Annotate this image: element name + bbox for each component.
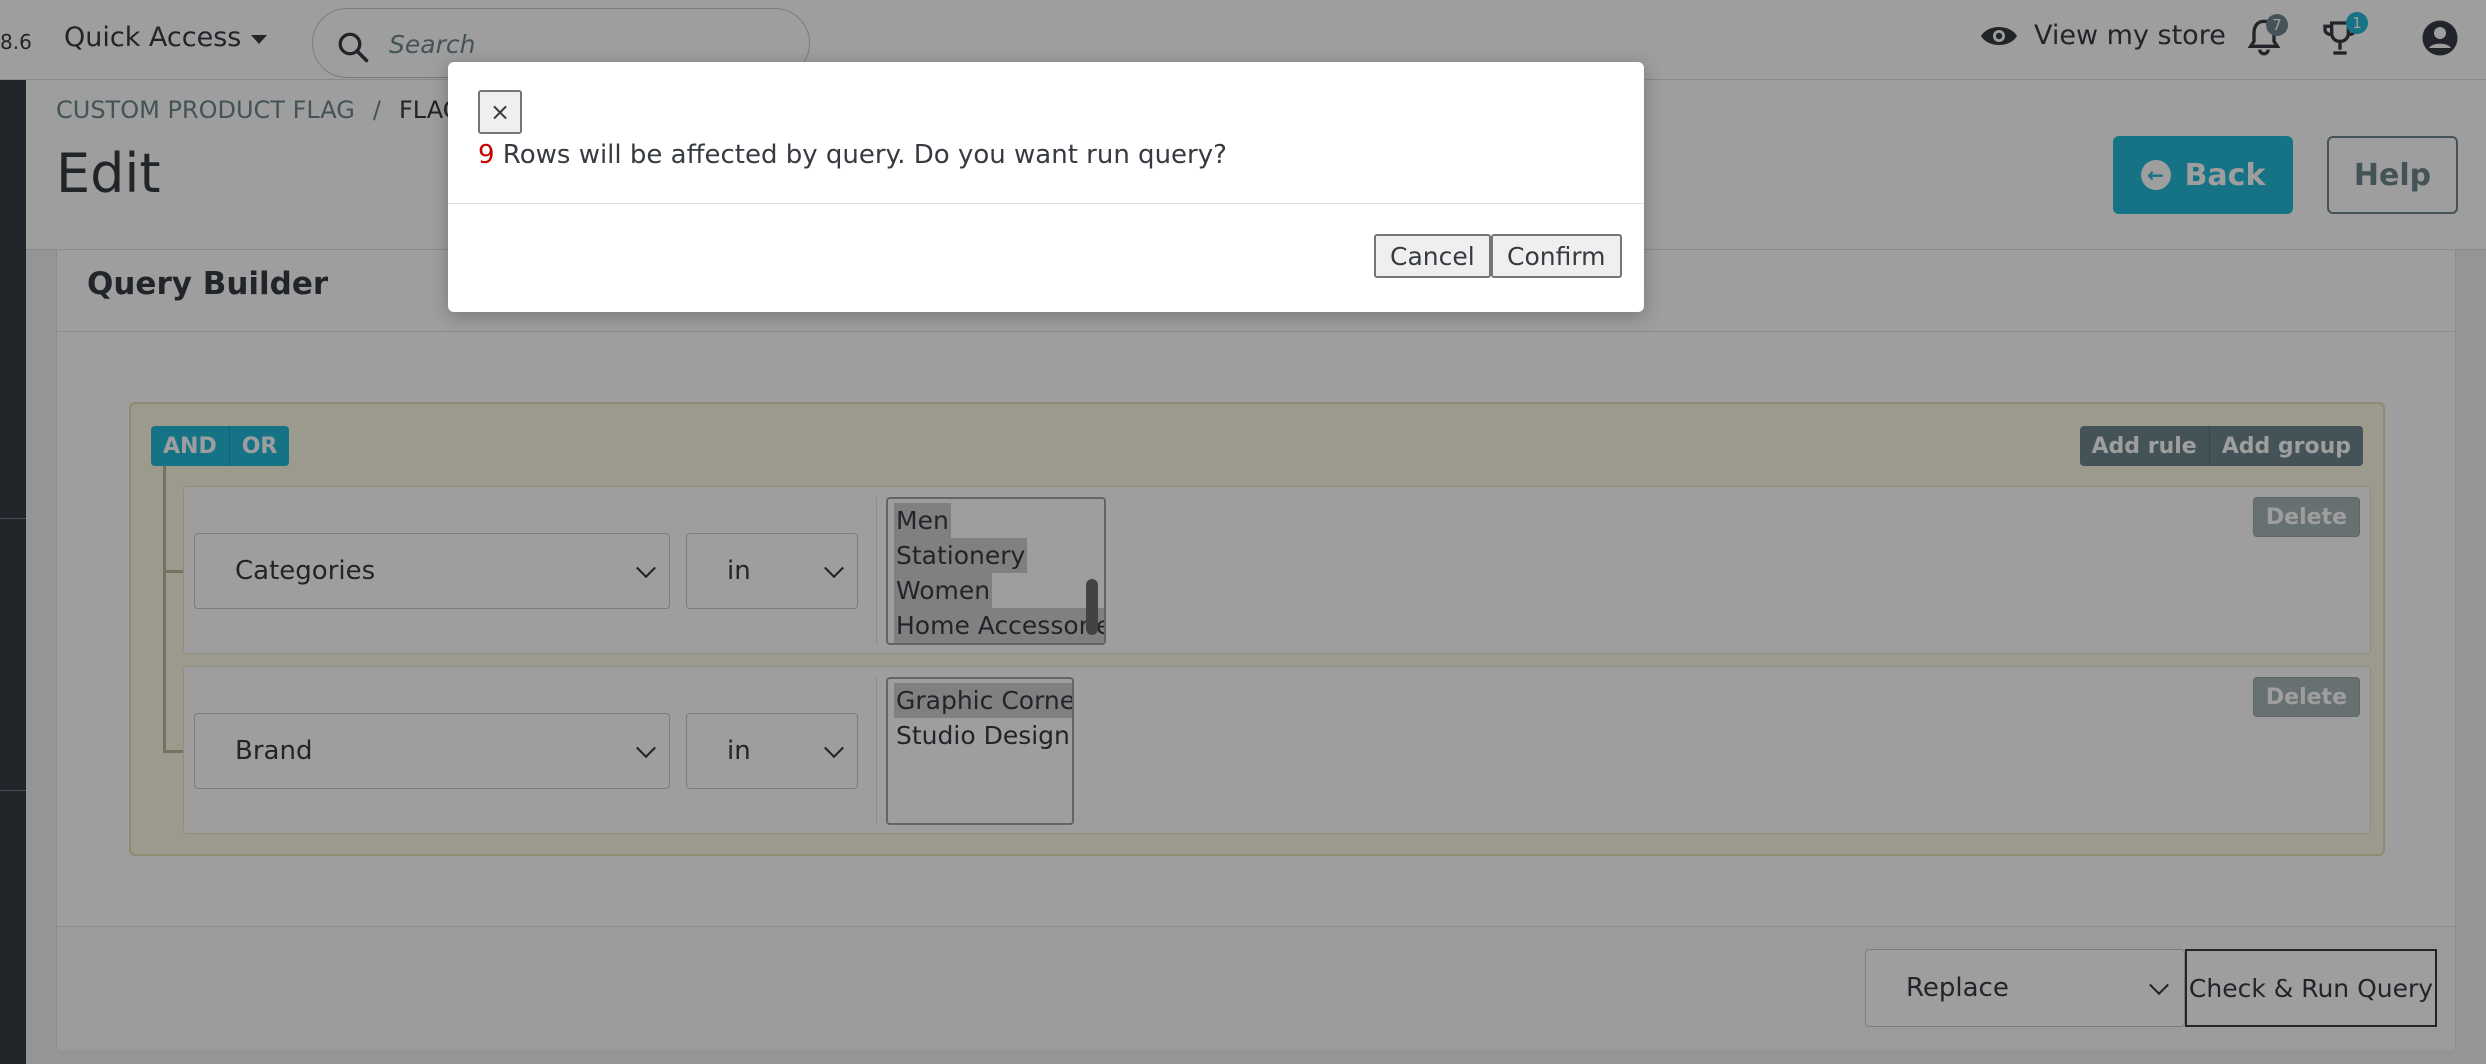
confirm-button[interactable]: Confirm [1491,234,1622,278]
dialog-message-text: Rows will be affected by query. Do you w… [494,140,1227,170]
confirm-dialog: × 9 Rows will be affected by query. Do y… [448,62,1644,312]
affected-rows-count: 9 [478,140,495,170]
close-button[interactable]: × [478,90,522,134]
dialog-divider [448,203,1644,204]
cancel-button[interactable]: Cancel [1374,234,1491,278]
dialog-message: 9 Rows will be affected by query. Do you… [478,140,1227,170]
